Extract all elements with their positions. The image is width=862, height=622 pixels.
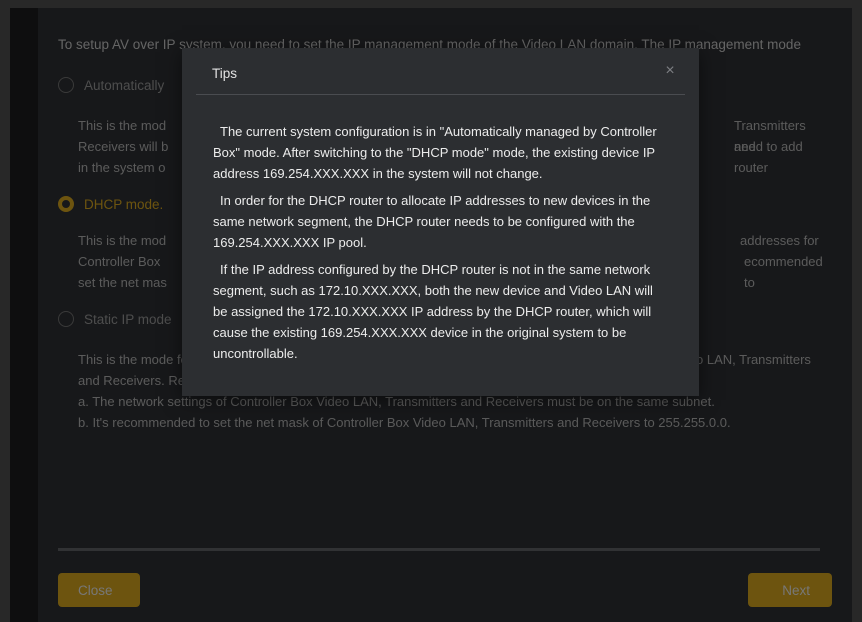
tip-paragraph: If the IP address configured by the DHCP…	[213, 262, 653, 361]
dialog-header: Tips ×	[196, 48, 685, 95]
tip-paragraph: The current system configuration is in "…	[213, 124, 657, 181]
tip-paragraph: In order for the DHCP router to allocate…	[213, 193, 651, 250]
tips-dialog: Tips × The current system configuration …	[182, 48, 699, 396]
dialog-body: The current system configuration is in "…	[182, 95, 699, 364]
close-icon[interactable]: ×	[661, 62, 679, 80]
dialog-title: Tips	[212, 66, 238, 81]
